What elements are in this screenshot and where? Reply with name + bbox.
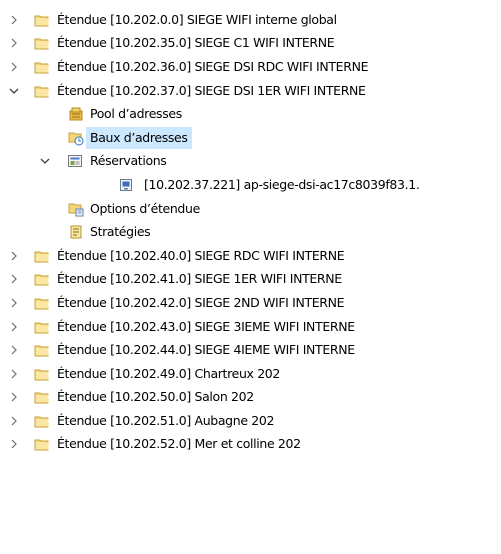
chevron-right-icon[interactable] [7, 13, 21, 27]
policies-icon [68, 224, 84, 240]
folder-icon [34, 366, 50, 382]
tree-item-label: [10.202.37.221] ap-siege-dsi-ac17c8039f8… [144, 176, 420, 192]
folder-icon [34, 319, 50, 335]
tree-item-address-pool[interactable]: Pool d’adresses [0, 102, 501, 126]
chevron-right-icon[interactable] [7, 367, 21, 381]
tree-item-label: Étendue [10.202.42.0] SIEGE 2ND WIFI INT… [57, 294, 345, 310]
folder-icon [34, 248, 50, 264]
chevron-down-icon[interactable] [7, 84, 21, 98]
tree-item-address-leases[interactable]: Baux d’adresses [0, 126, 501, 150]
tree-item-label: Réservations [90, 153, 167, 169]
chevron-down-icon[interactable] [38, 154, 52, 168]
tree-item-label: Étendue [10.202.44.0] SIEGE 4IEME WIFI I… [57, 342, 355, 358]
tree-item-label: Baux d’adresses [86, 126, 192, 149]
chevron-right-icon[interactable] [7, 249, 21, 263]
tree-item-label: Étendue [10.202.0.0] SIEGE WIFI interne … [57, 11, 337, 27]
scope-options-icon [68, 201, 84, 217]
dhcp-tree: Étendue [10.202.0.0] SIEGE WIFI interne … [0, 8, 501, 456]
tree-item-scope[interactable]: Étendue [10.202.0.0] SIEGE WIFI interne … [0, 8, 501, 32]
folder-icon [34, 59, 50, 75]
tree-item-scope[interactable]: Étendue [10.202.35.0] SIEGE C1 WIFI INTE… [0, 32, 501, 56]
tree-item-scope[interactable]: Étendue [10.202.50.0] Salon 202 [0, 386, 501, 410]
tree-item-label: Étendue [10.202.43.0] SIEGE 3IEME WIFI I… [57, 318, 355, 334]
chevron-right-icon[interactable] [7, 343, 21, 357]
address-pool-icon [68, 106, 84, 122]
folder-icon [34, 342, 50, 358]
tree-item-policies[interactable]: Stratégies [0, 220, 501, 244]
tree-item-scope[interactable]: Étendue [10.202.41.0] SIEGE 1ER WIFI INT… [0, 268, 501, 292]
chevron-right-icon[interactable] [7, 36, 21, 50]
tree-item-label: Pool d’adresses [90, 106, 182, 122]
chevron-right-icon[interactable] [7, 272, 21, 286]
tree-item-scope[interactable]: Étendue [10.202.40.0] SIEGE RDC WIFI INT… [0, 244, 501, 268]
chevron-right-icon[interactable] [7, 296, 21, 310]
tree-item-label: Étendue [10.202.50.0] Salon 202 [57, 389, 254, 405]
folder-icon [34, 389, 50, 405]
reservation-entry-icon [118, 177, 134, 193]
chevron-right-icon[interactable] [7, 390, 21, 404]
tree-item-label: Étendue [10.202.41.0] SIEGE 1ER WIFI INT… [57, 271, 342, 287]
tree-item-scope[interactable]: Étendue [10.202.44.0] SIEGE 4IEME WIFI I… [0, 338, 501, 362]
reservations-icon [67, 153, 83, 169]
chevron-right-icon[interactable] [7, 60, 21, 74]
folder-icon [34, 12, 50, 28]
folder-icon [34, 83, 50, 99]
tree-item-label: Étendue [10.202.51.0] Aubagne 202 [57, 412, 275, 428]
address-leases-icon [68, 130, 84, 146]
chevron-right-icon[interactable] [7, 414, 21, 428]
tree-item-label: Étendue [10.202.49.0] Chartreux 202 [57, 365, 281, 381]
tree-item-scope[interactable]: Étendue [10.202.51.0] Aubagne 202 [0, 409, 501, 433]
folder-icon [34, 436, 50, 452]
tree-item-label: Étendue [10.202.35.0] SIEGE C1 WIFI INTE… [57, 35, 335, 51]
tree-item-scope[interactable]: Étendue [10.202.49.0] Chartreux 202 [0, 362, 501, 386]
tree-item-label: Étendue [10.202.40.0] SIEGE RDC WIFI INT… [57, 247, 345, 263]
chevron-right-icon[interactable] [7, 437, 21, 451]
tree-item-label: Étendue [10.202.37.0] SIEGE DSI 1ER WIFI… [57, 82, 366, 98]
tree-item-scope[interactable]: Étendue [10.202.42.0] SIEGE 2ND WIFI INT… [0, 291, 501, 315]
tree-item-label: Étendue [10.202.52.0] Mer et colline 202 [57, 436, 301, 452]
tree-item-scope[interactable]: Étendue [10.202.43.0] SIEGE 3IEME WIFI I… [0, 315, 501, 339]
tree-item-scope-expanded[interactable]: Étendue [10.202.37.0] SIEGE DSI 1ER WIFI… [0, 79, 501, 103]
chevron-right-icon[interactable] [7, 320, 21, 334]
tree-item-scope-options[interactable]: Options d’étendue [0, 197, 501, 221]
tree-item-label: Options d’étendue [90, 200, 200, 216]
tree-item-reservations[interactable]: Réservations [0, 150, 501, 174]
folder-icon [34, 295, 50, 311]
folder-icon [34, 35, 50, 51]
folder-icon [34, 271, 50, 287]
tree-item-label: Stratégies [90, 224, 151, 240]
tree-item-scope[interactable]: Étendue [10.202.52.0] Mer et colline 202 [0, 433, 501, 457]
tree-item-scope[interactable]: Étendue [10.202.36.0] SIEGE DSI RDC WIFI… [0, 55, 501, 79]
folder-icon [34, 413, 50, 429]
tree-item-reservation[interactable]: [10.202.37.221] ap-siege-dsi-ac17c8039f8… [0, 173, 501, 197]
tree-item-label: Étendue [10.202.36.0] SIEGE DSI RDC WIFI… [57, 58, 369, 74]
